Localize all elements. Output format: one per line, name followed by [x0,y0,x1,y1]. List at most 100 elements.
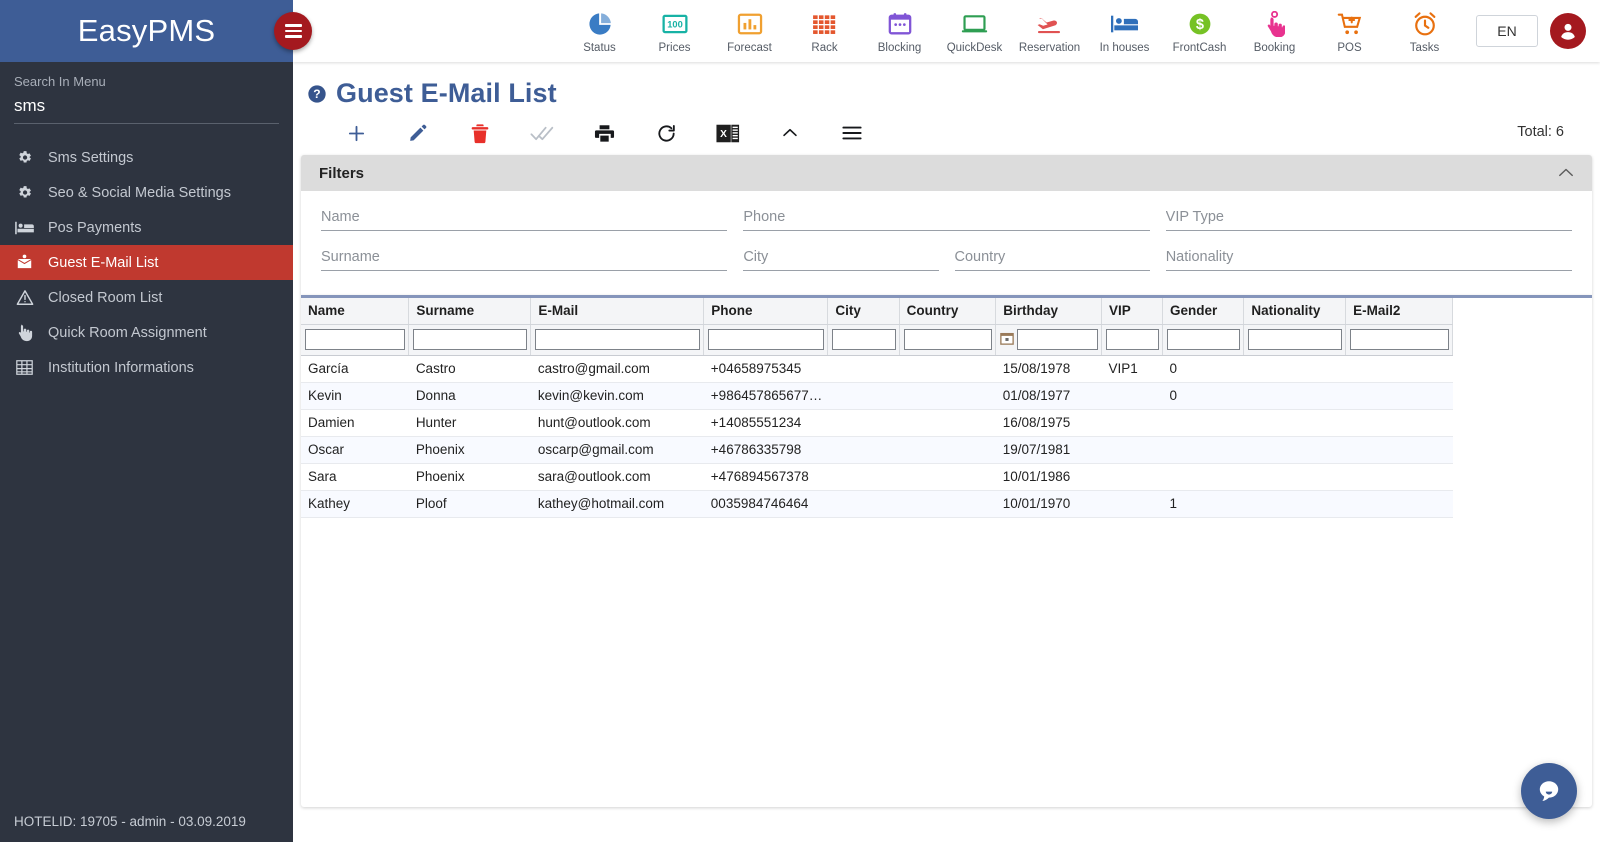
cell-birthday: 10/01/1970 [995,490,1102,518]
column-filter-email-input[interactable] [535,329,701,350]
grid-cells-icon [812,9,838,39]
filter-phone-input[interactable] [743,205,1150,231]
filter-country-input[interactable] [954,245,1150,271]
cell-city [827,355,900,383]
help-circle-icon[interactable]: ? [307,84,327,104]
column-header-birthday[interactable]: Birthday [995,298,1102,325]
chevron-up-icon[interactable] [1558,166,1574,181]
nav-item-blocking[interactable]: Blocking [862,0,937,62]
nav-item-tasks[interactable]: Tasks [1387,0,1462,62]
column-header-gender[interactable]: Gender [1162,298,1245,325]
sidebar-item-closed-room-list[interactable]: Closed Room List [0,280,293,315]
table-row[interactable]: García Castro castro@gmail.com +04658975345… [301,355,1453,383]
column-header-country[interactable]: Country [899,298,997,325]
add-button[interactable] [325,111,387,155]
sidebar-item-sms-settings[interactable]: Sms Settings [0,140,293,175]
nav-item-label: Blocking [877,41,922,54]
cell-nationality [1243,463,1346,491]
nav-item-forecast[interactable]: Forecast [712,0,787,62]
cell-country [899,436,996,464]
filter-vip-type-input[interactable] [1165,205,1572,231]
table-head: Name Surname E-Mail Phone City Country Birthda… [301,298,1453,356]
table-row[interactable]: Kathey Ploof kathey@hotmail.com 00359847464… [301,490,1453,518]
filter-cell-country [947,245,1158,281]
gear-icon [14,149,35,167]
column-filter-cell-country [899,324,997,356]
menu-button[interactable] [821,111,883,155]
language-selector[interactable]: EN [1476,15,1538,47]
refresh-button[interactable] [635,111,697,155]
nav-item-status[interactable]: Status [562,0,637,62]
collapse-button[interactable] [759,111,821,155]
table-row[interactable]: Damien Hunter hunt@outlook.com +14085551234… [301,409,1453,437]
nav-item-rack[interactable]: Rack [787,0,862,62]
column-filter-gender-input[interactable] [1167,329,1241,350]
sidebar-item-label: Guest E-Mail List [48,254,159,271]
delete-button[interactable] [449,111,511,155]
filter-nationality-input[interactable] [1165,245,1572,271]
column-filter-vip-input[interactable] [1106,329,1160,350]
nav-item-prices[interactable]: 100 Prices [637,0,712,62]
edit-button[interactable] [387,111,449,155]
sidebar-item-pos-payments[interactable]: Pos Payments [0,210,293,245]
table-row[interactable]: Sara Phoenix sara@outlook.com +476894567378… [301,463,1453,491]
laptop-icon [961,9,988,39]
svg-text:?: ? [313,87,320,101]
filter-name-input[interactable] [321,205,728,231]
chat-bubble-icon[interactable] [1521,763,1577,819]
nav-item-reservation[interactable]: Reservation [1012,0,1087,62]
nav-item-quickdesk[interactable]: QuickDesk [937,0,1012,62]
hamburger-icon[interactable] [274,12,312,50]
column-header-email2[interactable]: E-Mail2 [1345,298,1453,325]
column-filter-country-input[interactable] [903,329,993,350]
cell-name: García [301,355,409,383]
svg-text:$: $ [1195,16,1203,32]
column-filter-birthday-input[interactable] [1017,329,1098,350]
column-header-phone[interactable]: Phone [703,298,829,325]
table-row[interactable]: Kevin Donna kevin@kevin.com +98645786567765… [301,382,1453,410]
column-filter-email2-input[interactable] [1350,329,1449,350]
column-header-city[interactable]: City [827,298,900,325]
table-row[interactable]: Oscar Phoenix oscarp@gmail.com +46786335798… [301,436,1453,464]
sidebar-item-guest-email-list[interactable]: Guest E-Mail List [0,245,293,280]
pie-chart-icon [587,9,613,39]
column-header-name[interactable]: Name [301,298,410,325]
sidebar-item-seo-social-media-settings[interactable]: Seo & Social Media Settings [0,175,293,210]
filters-panel: Filters [301,155,1592,295]
nav-item-label: Status [583,41,616,54]
column-header-email[interactable]: E-Mail [530,298,705,325]
calendar-icon[interactable] [1000,331,1014,348]
svg-text:100: 100 [667,19,683,29]
filters-panel-header[interactable]: Filters [301,155,1592,191]
nav-item-frontcash[interactable]: $ FrontCash [1162,0,1237,62]
nav-item-booking[interactable]: Booking [1237,0,1312,62]
sidebar-item-institution-informations[interactable]: Institution Informations [0,350,293,385]
print-button[interactable] [573,111,635,155]
nav-item-pos[interactable]: POS [1312,0,1387,62]
filter-surname-input[interactable] [321,245,728,271]
column-filter-name-input[interactable] [305,329,406,350]
column-filter-nationality-input[interactable] [1248,329,1343,350]
sidebar-item-label: Quick Room Assignment [48,324,207,341]
column-header-nationality[interactable]: Nationality [1243,298,1347,325]
cell-email: oscarp@gmail.com [530,436,704,464]
nav-item-in-houses[interactable]: In houses [1087,0,1162,62]
column-filter-cell-birthday [995,324,1102,356]
sidebar-item-quick-room-assignment[interactable]: Quick Room Assignment [0,315,293,350]
user-avatar-icon[interactable] [1550,13,1586,49]
column-header-vip[interactable]: VIP [1101,298,1164,325]
cell-country [899,382,996,410]
excel-button[interactable]: X [697,111,759,155]
cell-surname: Phoenix [408,436,531,464]
cell-gender: 0 [1162,382,1244,410]
column-filter-surname-input[interactable] [413,329,528,350]
cell-birthday: 16/08/1975 [995,409,1102,437]
column-header-surname[interactable]: Surname [408,298,532,325]
column-filter-city-input[interactable] [832,329,896,350]
filter-city-input[interactable] [743,245,939,271]
column-filter-phone-input[interactable] [708,329,825,350]
sidebar-menu: Sms Settings Seo & Social Media Settings [0,140,293,385]
search-input[interactable] [14,94,279,124]
hand-click-icon [1265,9,1285,39]
approve-button[interactable] [511,111,573,155]
